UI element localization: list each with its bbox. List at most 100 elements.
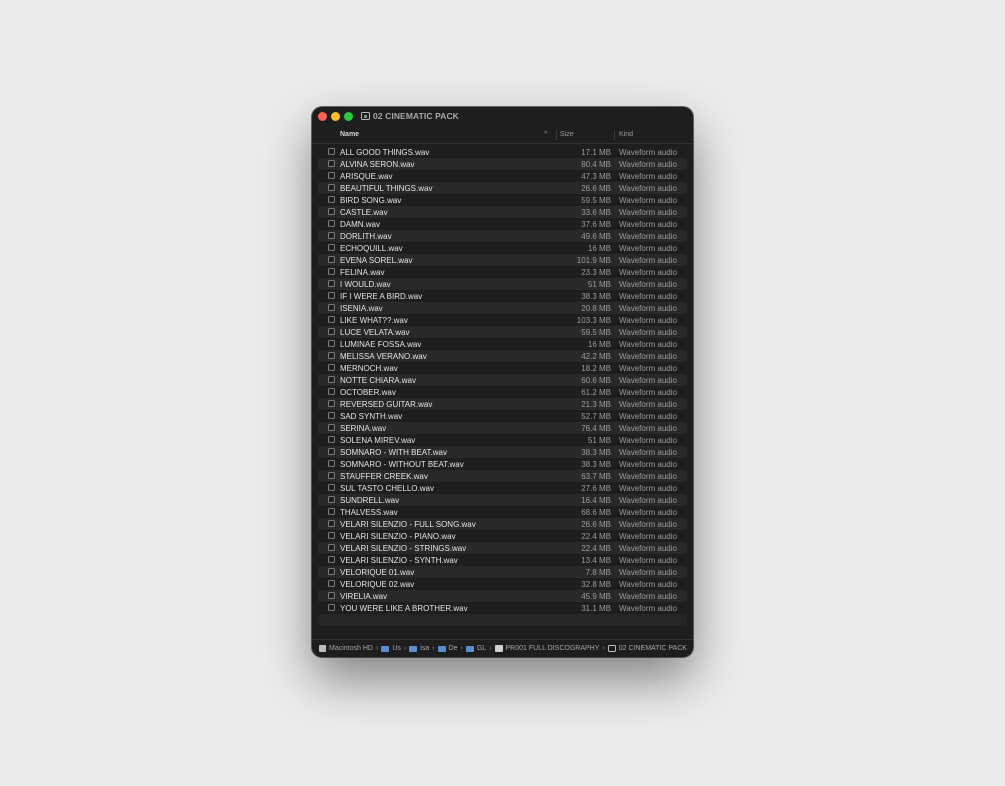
file-checkbox[interactable] — [328, 448, 335, 455]
file-checkbox[interactable] — [328, 424, 335, 431]
file-checkbox[interactable] — [328, 496, 335, 503]
file-row[interactable]: SERINA.wav 76.4 MB Waveform audio — [318, 422, 687, 434]
file-row[interactable]: I WOULD.wav 51 MB Waveform audio — [318, 278, 687, 290]
file-checkbox[interactable] — [328, 556, 335, 563]
file-row[interactable]: VELARI SILENZIO - SYNTH.wav 13.4 MB Wavefo… — [318, 554, 687, 566]
file-row[interactable]: SOMNARO - WITH BEAT.wav 38.3 MB Waveform a… — [318, 446, 687, 458]
file-row[interactable]: DAMN.wav 37.6 MB Waveform audio — [318, 218, 687, 230]
file-checkbox[interactable] — [328, 172, 335, 179]
file-row[interactable]: EVENA SOREL.wav 101.9 MB Waveform audio — [318, 254, 687, 266]
file-checkbox[interactable] — [328, 160, 335, 167]
file-row[interactable]: ALL GOOD THINGS.wav 17.1 MB Waveform audio — [318, 146, 687, 158]
sort-ascending-icon[interactable]: ^ — [544, 131, 547, 138]
file-checkbox[interactable] — [328, 532, 335, 539]
file-row[interactable]: SOLENA MIREV.wav 51 MB Waveform audio — [318, 434, 687, 446]
file-checkbox[interactable] — [328, 316, 335, 323]
file-row[interactable]: ARISQUE.wav 47.3 MB Waveform audio — [318, 170, 687, 182]
file-checkbox[interactable] — [328, 184, 335, 191]
file-row[interactable]: YOU WERE LIKE A BROTHER.wav 31.1 MB Wavefo… — [318, 602, 687, 614]
file-row[interactable]: LIKE WHAT??.wav 103.3 MB Waveform audio — [318, 314, 687, 326]
file-row[interactable]: MERNOCH.wav 18.2 MB Waveform audio — [318, 362, 687, 374]
file-checkbox[interactable] — [328, 592, 335, 599]
file-checkbox[interactable] — [328, 280, 335, 287]
file-checkbox[interactable] — [328, 520, 335, 527]
file-checkbox[interactable] — [328, 364, 335, 371]
file-row[interactable]: SUNDRELL.wav 16.4 MB Waveform audio — [318, 494, 687, 506]
file-row[interactable]: ECHOQUILL.wav 16 MB Waveform audio — [318, 242, 687, 254]
close-button[interactable] — [318, 112, 327, 121]
file-row[interactable]: BIRD SONG.wav 59.5 MB Waveform audio — [318, 194, 687, 206]
file-checkbox[interactable] — [328, 340, 335, 347]
file-row[interactable]: VIRELIA.wav 45.9 MB Waveform audio — [318, 590, 687, 602]
file-row[interactable]: ALVINA SERON.wav 80.4 MB Waveform audio — [318, 158, 687, 170]
file-checkbox[interactable] — [328, 220, 335, 227]
file-checkbox[interactable] — [328, 460, 335, 467]
column-divider[interactable] — [614, 130, 615, 140]
path-item[interactable]: PR001 FULL DISCOGRAPHY — [494, 645, 599, 652]
file-row[interactable]: STAUFFER CREEK.wav 63.7 MB Waveform audio — [318, 470, 687, 482]
file-row[interactable]: VELARI SILENZIO - PIANO.wav 22.4 MB Wavefo… — [318, 530, 687, 542]
file-checkbox[interactable] — [328, 208, 335, 215]
file-row[interactable]: SOMNARO - WITHOUT BEAT.wav 38.3 MB Wavefor… — [318, 458, 687, 470]
title-bar[interactable]: 02 CINEMATIC PACK — [312, 107, 693, 127]
file-row[interactable]: VELORIQUE 01.wav 7.8 MB Waveform audio — [318, 566, 687, 578]
file-row[interactable]: VELARI SILENZIO - STRINGS.wav 22.4 MB Wave… — [318, 542, 687, 554]
file-checkbox[interactable] — [328, 328, 335, 335]
column-divider[interactable] — [556, 130, 557, 140]
file-checkbox[interactable] — [328, 436, 335, 443]
file-checkbox[interactable] — [328, 400, 335, 407]
file-checkbox[interactable] — [328, 604, 335, 611]
file-checkbox[interactable] — [328, 472, 335, 479]
file-kind: Waveform audio — [619, 411, 677, 421]
file-checkbox[interactable] — [328, 508, 335, 515]
path-item[interactable]: GL — [465, 645, 486, 652]
file-checkbox[interactable] — [328, 244, 335, 251]
file-checkbox[interactable] — [328, 304, 335, 311]
file-size: 61.2 MB — [581, 387, 611, 397]
path-item[interactable]: De — [437, 645, 457, 652]
column-size-header[interactable]: Size — [560, 131, 574, 138]
file-checkbox[interactable] — [328, 484, 335, 491]
file-checkbox[interactable] — [328, 292, 335, 299]
file-row[interactable]: REVERSED GUITAR.wav 21.3 MB Waveform audio — [318, 398, 687, 410]
file-row[interactable]: BEAUTIFUL THINGS.wav 26.6 MB Waveform audi… — [318, 182, 687, 194]
path-item[interactable]: 02 CINEMATIC PACK — [607, 645, 687, 652]
file-name: LUMINAE FOSSA.wav — [340, 339, 422, 349]
zoom-button[interactable] — [344, 112, 353, 121]
file-row[interactable]: SAD SYNTH.wav 52.7 MB Waveform audio — [318, 410, 687, 422]
file-checkbox[interactable] — [328, 148, 335, 155]
file-row[interactable]: VELARI SILENZIO - FULL SONG.wav 26.6 MB Wa… — [318, 518, 687, 530]
file-row[interactable]: IF I WERE A BIRD.wav 38.3 MB Waveform audi… — [318, 290, 687, 302]
file-row[interactable]: DORLITH.wav 49.6 MB Waveform audio — [318, 230, 687, 242]
file-kind: Waveform audio — [619, 243, 677, 253]
file-row[interactable]: FELINA.wav 23.3 MB Waveform audio — [318, 266, 687, 278]
file-checkbox[interactable] — [328, 412, 335, 419]
file-checkbox[interactable] — [328, 352, 335, 359]
file-row[interactable]: LUCE VELATA.wav 59.5 MB Waveform audio — [318, 326, 687, 338]
file-checkbox[interactable] — [328, 196, 335, 203]
file-row[interactable]: NOTTE CHIARA.wav 60.6 MB Waveform audio — [318, 374, 687, 386]
column-kind-header[interactable]: Kind — [619, 131, 633, 138]
file-row[interactable]: OCTOBER.wav 61.2 MB Waveform audio — [318, 386, 687, 398]
file-checkbox[interactable] — [328, 268, 335, 275]
file-checkbox[interactable] — [328, 256, 335, 263]
file-row[interactable]: LUMINAE FOSSA.wav 16 MB Waveform audio — [318, 338, 687, 350]
file-row[interactable]: SUL TASTO CHELLO.wav 27.6 MB Waveform audi… — [318, 482, 687, 494]
file-checkbox[interactable] — [328, 580, 335, 587]
file-row[interactable]: ISENIA.wav 20.8 MB Waveform audio — [318, 302, 687, 314]
path-item[interactable]: Us — [381, 645, 401, 652]
file-size: 59.5 MB — [581, 327, 611, 337]
file-row[interactable]: VELORIQUE 02.wav 32.8 MB Waveform audio — [318, 578, 687, 590]
path-item[interactable]: isa — [409, 645, 429, 652]
file-checkbox[interactable] — [328, 568, 335, 575]
path-item[interactable]: Macintosh HD — [319, 645, 373, 652]
file-checkbox[interactable] — [328, 376, 335, 383]
file-row[interactable]: MELISSA VERANO.wav 42.2 MB Waveform audio — [318, 350, 687, 362]
file-row[interactable]: CASTLE.wav 33.6 MB Waveform audio — [318, 206, 687, 218]
column-name-header[interactable]: Name — [340, 131, 359, 138]
file-checkbox[interactable] — [328, 388, 335, 395]
file-checkbox[interactable] — [328, 544, 335, 551]
file-checkbox[interactable] — [328, 232, 335, 239]
file-row[interactable]: THALVESS.wav 68.6 MB Waveform audio — [318, 506, 687, 518]
minimize-button[interactable] — [331, 112, 340, 121]
